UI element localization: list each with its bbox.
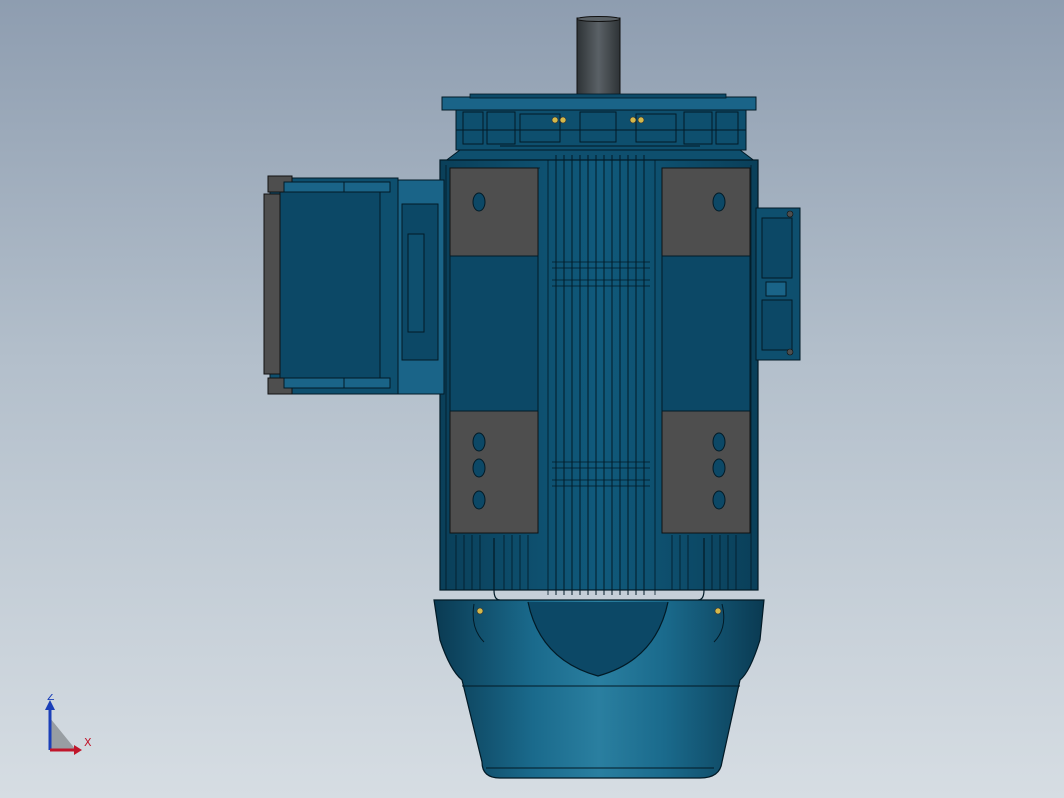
mounting-flange [441,96,757,111]
mounting-pad-bottom-right [661,410,751,534]
mounting-pad-top-left [449,167,539,257]
cad-viewport[interactable]: Z X [0,0,1064,798]
terminal-box-left [263,175,445,395]
mounting-pad-bottom-left [449,410,539,534]
mounting-pad-top-right [661,167,751,257]
motor-shaft [576,17,621,101]
shaft-end [576,16,621,22]
axis-triad: Z X [45,694,92,755]
accessory-box-right [755,207,801,361]
fan-cover [433,599,765,779]
motor-model[interactable] [0,0,1064,798]
x-axis-label: X [84,736,92,749]
z-axis-label: Z [47,694,55,703]
